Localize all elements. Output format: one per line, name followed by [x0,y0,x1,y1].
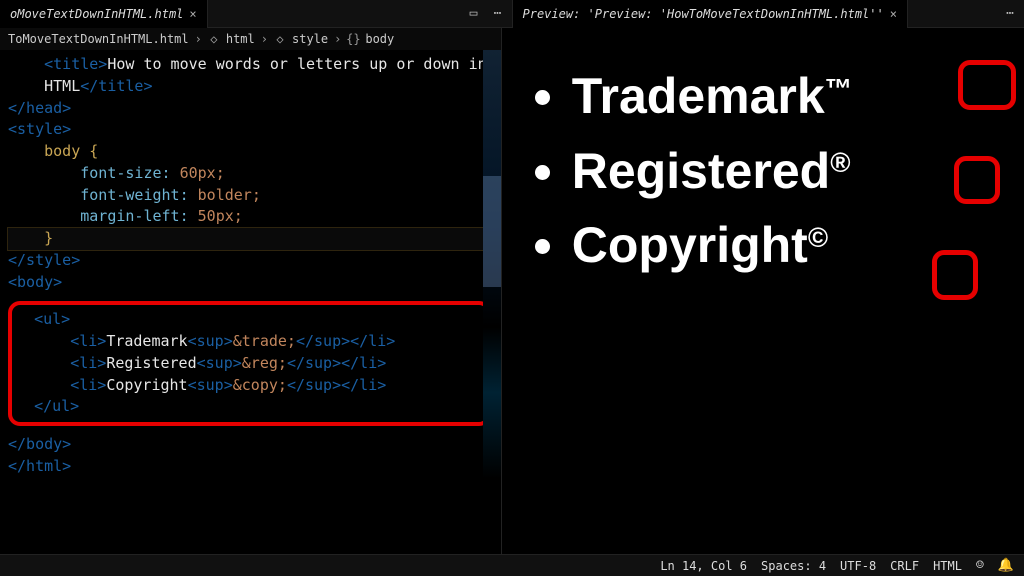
more-icon[interactable]: ⋯ [490,6,506,22]
code-line-active[interactable]: } [8,228,501,250]
feedback-icon[interactable]: ☺ [976,558,984,573]
code-line[interactable]: font-size: 60px; [8,163,501,185]
split-view: ToMoveTextDownInHTML.html › ◇ html › ◇ s… [0,28,1024,554]
code-editor[interactable]: <title>How to move words or letters up o… [0,50,501,554]
code-line[interactable]: <ul> [16,309,483,331]
status-bar: Ln 14, Col 6 Spaces: 4 UTF-8 CRLF HTML ☺… [0,554,1024,576]
code-line[interactable]: </ul> [16,396,483,418]
breadcrumb-item[interactable]: style [292,32,328,46]
copyright-symbol: © [808,222,828,253]
code-line[interactable]: font-weight: bolder; [8,185,501,207]
tab-label: oMoveTextDownInHTML.html [10,7,183,21]
vscode-window: oMoveTextDownInHTML.html × ▭ ⋯ Preview: … [0,0,1024,576]
code-line[interactable]: margin-left: 50px; [8,206,501,228]
annotation-highlight-box: <ul> <li>Trademark<sup>&trade;</sup></li… [8,301,491,426]
close-icon[interactable]: × [189,7,196,21]
tab-editor-file[interactable]: oMoveTextDownInHTML.html × [0,0,208,28]
code-line[interactable]: </body> [8,434,501,456]
tab-label: Preview: 'Preview: 'HowToMoveTextDownInH… [523,7,884,21]
close-icon[interactable]: × [890,7,897,21]
breadcrumb-file[interactable]: ToMoveTextDownInHTML.html [8,32,189,46]
tab-bar: oMoveTextDownInHTML.html × ▭ ⋯ Preview: … [0,0,1024,28]
tab-group-left: oMoveTextDownInHTML.html × ▭ ⋯ [0,0,512,27]
code-line[interactable]: <li>Copyright<sup>&copy;</sup></li> [16,375,483,397]
item-text: Trademark [572,68,825,124]
bell-icon[interactable]: 🔔 [998,558,1014,573]
list-item: Copyright© [572,219,1014,272]
breadcrumb[interactable]: ToMoveTextDownInHTML.html › ◇ html › ◇ s… [0,28,501,50]
registered-symbol: ® [830,147,850,178]
preview-pane: Trademark™ Registered® Copyright© [502,28,1024,554]
split-editor-icon[interactable]: ▭ [466,6,482,22]
breadcrumb-item[interactable]: body [365,32,394,46]
list-item: Trademark™ [572,70,1014,123]
chevron-icon: › [195,32,202,46]
status-spaces[interactable]: Spaces: 4 [761,559,826,573]
status-language[interactable]: HTML [933,559,962,573]
cube-icon: ◇ [208,33,220,45]
code-line[interactable]: <title>How to move words or letters up o… [8,54,501,76]
code-line[interactable]: HTML</title> [8,76,501,98]
editor-pane: ToMoveTextDownInHTML.html › ◇ html › ◇ s… [0,28,502,554]
editor-toolbar: ▭ ⋯ [466,6,512,22]
list-item: Registered® [572,145,1014,198]
tab-group-right: Preview: 'Preview: 'HowToMoveTextDownInH… [513,0,1024,27]
more-icon[interactable]: ⋯ [1002,6,1018,22]
status-eol[interactable]: CRLF [890,559,919,573]
breadcrumb-item[interactable]: html [226,32,255,46]
code-line[interactable]: body { [8,141,501,163]
preview-toolbar: ⋯ [1002,6,1024,22]
code-line[interactable]: </html> [8,456,501,478]
code-line[interactable]: </style> [8,250,501,272]
code-line[interactable]: <li>Registered<sup>&reg;</sup></li> [16,353,483,375]
code-line[interactable]: <body> [8,272,501,294]
brackets-icon: {} [347,33,359,45]
status-position[interactable]: Ln 14, Col 6 [660,559,747,573]
status-encoding[interactable]: UTF-8 [840,559,876,573]
item-text: Copyright [572,217,808,273]
minimap[interactable] [483,50,501,554]
item-text: Registered [572,143,830,199]
chevron-icon: › [261,32,268,46]
tab-preview[interactable]: Preview: 'Preview: 'HowToMoveTextDownInH… [513,0,908,28]
chevron-icon: › [334,32,341,46]
code-line[interactable]: <style> [8,119,501,141]
trademark-symbol: ™ [825,73,853,104]
code-line[interactable]: </head> [8,98,501,120]
cube-icon: ◇ [274,33,286,45]
preview-list: Trademark™ Registered® Copyright© [572,70,1014,272]
code-line[interactable]: <li>Trademark<sup>&trade;</sup></li> [16,331,483,353]
